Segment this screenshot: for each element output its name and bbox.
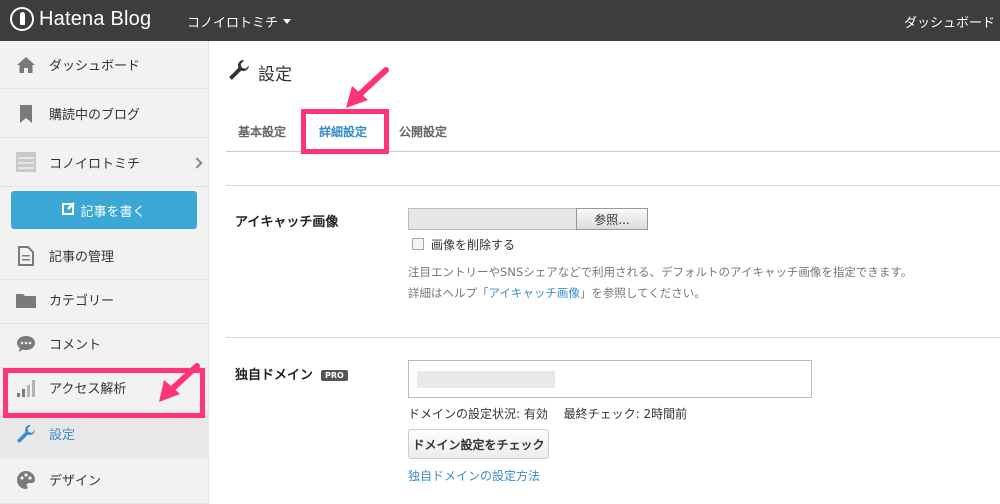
help-prefix: 詳細はヘルプ「 [408,286,489,300]
pro-badge: PRO [321,370,348,381]
browse-button[interactable]: 参照... [576,208,648,230]
chevron-right-icon [191,156,203,169]
page-title-text: 設定 [258,65,292,85]
bookmark-icon [16,104,36,124]
write-article-label: 記事を書く [80,204,146,220]
document-icon [16,246,36,266]
sidebar-item-label: 購読中のブログ [49,108,141,123]
sidebar-item-label: カテゴリー [49,294,115,309]
sidebar-item-subscriptions[interactable]: 購読中のブログ [0,90,209,138]
advanced-tab-highlight-box [301,109,389,154]
sidebar: ダッシュボード 購読中のブログ コノイロトミチ 記事を書く 記事の管理 カテゴリ… [0,41,209,504]
edit-icon [62,201,80,219]
sidebar-item-label: コメント [49,338,102,353]
wrench-icon [16,424,36,444]
tab-basic-settings[interactable]: 基本設定 [238,123,286,140]
wrench-icon [228,59,250,86]
folder-icon [16,290,36,310]
sidebar-item-label: コノイロトミチ [49,157,141,172]
blurred-domain-value [417,371,555,388]
sidebar-item-label: 設定 [49,428,76,443]
help-suffix: 」を参照してください。 [579,286,706,300]
custom-domain-label-row: 独自ドメイン PRO [235,364,348,383]
annotation-arrow-tabs [346,67,389,108]
top-bar: Hatena Blog コノイロトミチ ダッシュボード [0,0,1000,41]
blog-selector-label: コノイロトミチ [187,16,279,31]
sidebar-item-comments[interactable]: コメント [0,320,209,368]
comment-icon [16,334,36,354]
sidebar-item-design[interactable]: デザイン [0,456,209,504]
annotation-arrow-settings [159,363,200,402]
hatena-blog-logo[interactable]: Hatena Blog [10,7,151,31]
write-article-button[interactable]: 記事を書く [11,191,197,229]
section-divider [226,185,1000,186]
page-title: 設定 [228,59,292,86]
check-domain-button[interactable]: ドメイン設定をチェック [408,429,549,459]
sidebar-item-blog[interactable]: コノイロトミチ [0,139,209,187]
sidebar-item-label: 記事の管理 [49,250,115,265]
tab-publish-settings[interactable]: 公開設定 [399,123,447,140]
eyecatch-help-link[interactable]: アイキャッチ画像 [489,286,580,300]
sidebar-item-dashboard[interactable]: ダッシュボード [0,41,209,89]
delete-image-checkbox[interactable] [412,238,424,250]
delete-image-label: 画像を削除する [431,238,516,252]
eyecatch-help-line1: 注目エントリーやSNSシェアなどで利用される、デフォルトのアイキャッチ画像を指定… [408,265,913,279]
eyecatch-label: アイキャッチ画像 [235,215,339,230]
domain-status: ドメインの設定状況: 有効 最終チェック: 2時間前 [408,407,688,421]
sidebar-item-categories[interactable]: カテゴリー [0,276,209,324]
hatena-logo-icon [10,7,34,31]
logo-text: Hatena Blog [39,7,152,30]
sidebar-item-label: デザイン [49,474,102,489]
section-divider [226,337,1000,338]
top-dashboard-link[interactable]: ダッシュボード [904,12,995,31]
home-icon [16,55,36,75]
blog-selector[interactable]: コノイロトミチ [187,12,292,31]
blog-thumbnail-icon [16,152,36,172]
palette-icon [16,470,36,490]
eyecatch-help-line2: 詳細はヘルプ「アイキャッチ画像」を参照してください。 [408,285,706,301]
custom-domain-input[interactable] [408,360,812,398]
caret-down-icon [283,19,292,24]
sidebar-item-manage-articles[interactable]: 記事の管理 [0,232,209,280]
domain-setup-link[interactable]: 独自ドメインの設定方法 [408,467,540,484]
custom-domain-label: 独自ドメイン [235,368,314,383]
sidebar-item-label: ダッシュボード [49,59,141,74]
